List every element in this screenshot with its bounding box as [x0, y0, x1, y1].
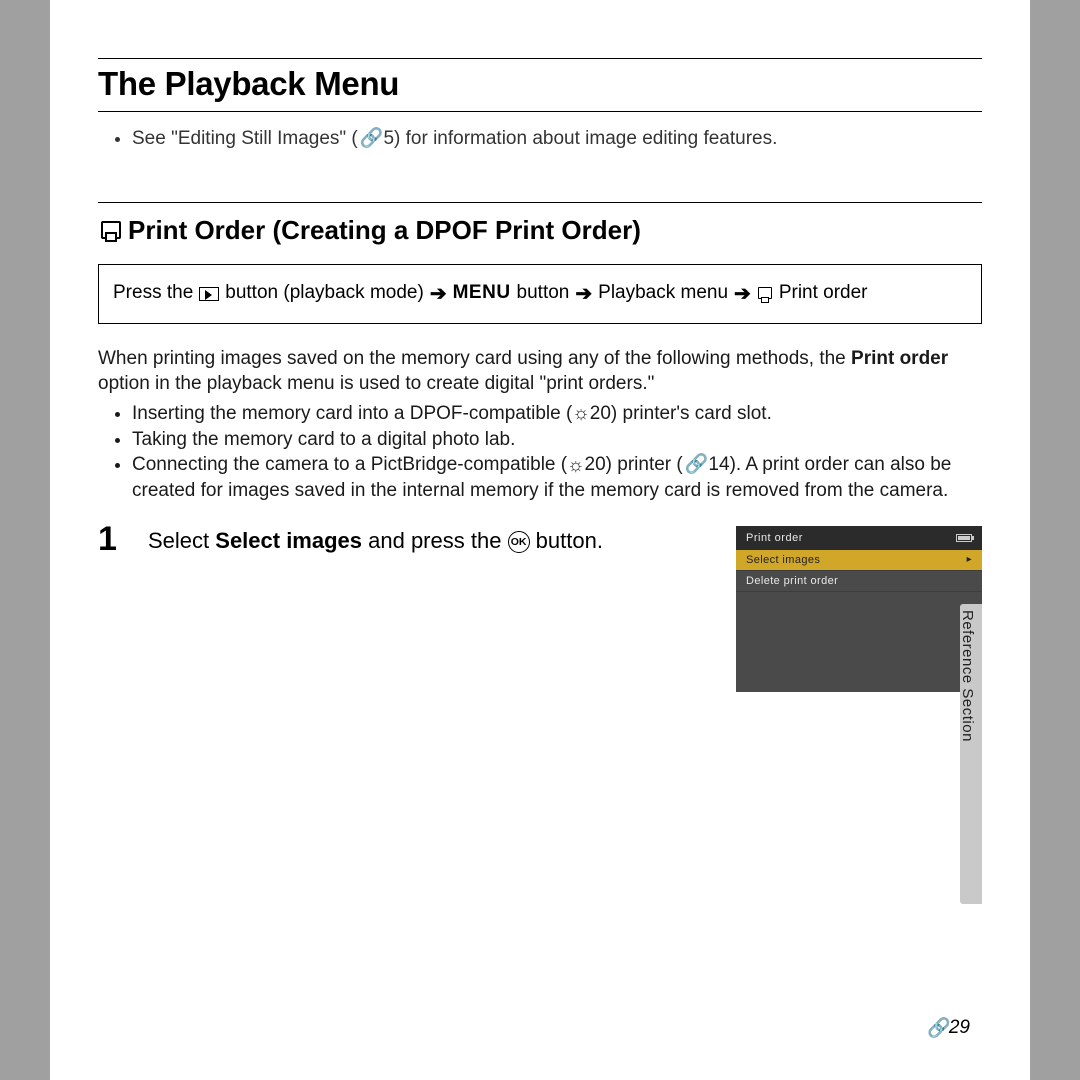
battery-icon [956, 534, 972, 542]
manual-page: The Playback Menu See "Editing Still Ima… [50, 0, 1030, 1080]
intro-paragraph: When printing images saved on the memory… [98, 346, 982, 397]
intro-bullet: See "Editing Still Images" (🔗5) for info… [132, 126, 982, 152]
crossref-icon: 🔗 [358, 126, 384, 152]
camera-screen-preview: Print order Select images ▸ Delete print… [736, 526, 982, 692]
lcd-title: Print order [746, 532, 803, 544]
lcd-title-bar: Print order [736, 526, 982, 550]
lcd-menu-item: Delete print order [736, 571, 982, 592]
top-rule [98, 58, 982, 59]
crossref-icon: 🔗 [927, 1016, 948, 1040]
arrow-right-icon: ➔ [575, 279, 592, 309]
list-item: Inserting the memory card into a DPOF-co… [132, 401, 982, 427]
print-order-icon [757, 286, 773, 302]
lcd-menu-item-selected: Select images ▸ [736, 550, 982, 571]
navigation-path-box: Press the button (playback mode) ➔ MENU … [98, 264, 982, 324]
chevron-right-icon: ▸ [967, 554, 972, 565]
print-order-icon [98, 219, 120, 241]
section-heading: Print Order (Creating a DPOF Print Order… [98, 215, 982, 246]
arrow-right-icon: ➔ [734, 279, 751, 309]
section-tab-label: Reference Section [959, 610, 976, 742]
glossary-icon: ☼ [572, 401, 589, 427]
menu-button-label: MENU [453, 279, 511, 308]
step-1: 1 Select Select images and press the OK … [98, 522, 982, 692]
glossary-icon: ☼ [567, 453, 584, 479]
method-list: Inserting the memory card into a DPOF-co… [132, 401, 982, 504]
ok-button-icon: OK [508, 531, 530, 553]
crossref-icon: 🔗 [683, 452, 709, 478]
list-item: Taking the memory card to a digital phot… [132, 427, 982, 453]
intro-list: See "Editing Still Images" (🔗5) for info… [132, 126, 982, 152]
step-number: 1 [98, 522, 126, 556]
page-title: The Playback Menu [98, 63, 982, 112]
list-item: Connecting the camera to a PictBridge-co… [132, 452, 982, 503]
section-rule [98, 202, 982, 203]
playback-button-icon [199, 287, 219, 301]
step-instruction: Select Select images and press the OK bu… [148, 522, 714, 556]
arrow-right-icon: ➔ [430, 279, 447, 309]
page-number: 🔗 29 [927, 1016, 970, 1040]
